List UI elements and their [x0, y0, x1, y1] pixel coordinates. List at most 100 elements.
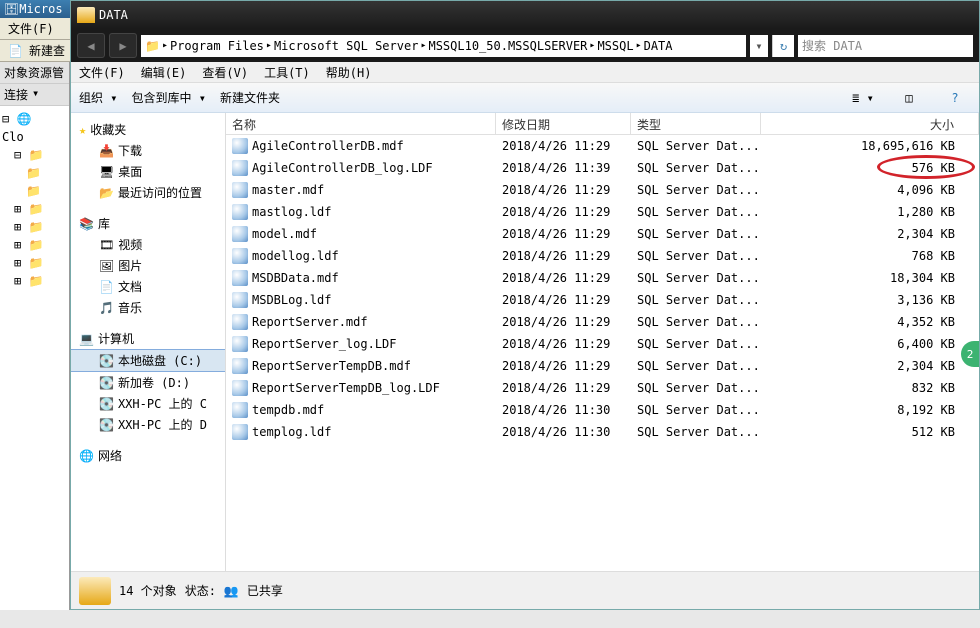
file-icon	[232, 248, 248, 264]
file-name: ReportServerTempDB.mdf	[252, 359, 411, 373]
refresh-button[interactable]: ↻	[772, 35, 794, 57]
forward-button[interactable]: ▶	[109, 33, 137, 58]
file-size: 2,304 KB	[761, 227, 979, 241]
search-input[interactable]: 搜索 DATA	[798, 35, 973, 57]
file-row[interactable]: modellog.ldf2018/4/26 11:29SQL Server Da…	[226, 245, 979, 267]
file-name: MSDBLog.ldf	[252, 293, 331, 307]
network-drive-icon: 💽	[99, 418, 114, 432]
file-row[interactable]: ReportServer_log.LDF2018/4/26 11:29SQL S…	[226, 333, 979, 355]
file-name: ReportServerTempDB_log.LDF	[252, 381, 440, 395]
file-row[interactable]: ReportServer.mdf2018/4/26 11:29SQL Serve…	[226, 311, 979, 333]
file-type: SQL Server Dat...	[631, 139, 761, 153]
col-date[interactable]: 修改日期	[496, 113, 631, 134]
explorer-window: DATA ◀ ▶ 📁 ▸ Program Files▸ Microsoft SQ…	[70, 0, 980, 610]
file-icon	[232, 424, 248, 440]
file-icon	[232, 336, 248, 352]
menu-edit[interactable]: 编辑(E)	[141, 64, 187, 81]
nav-library[interactable]: 📚库	[71, 213, 225, 234]
new-query-button[interactable]: 新建查	[29, 42, 65, 59]
file-date: 2018/4/26 11:29	[496, 271, 631, 285]
back-button[interactable]: ◀	[77, 33, 105, 58]
file-row[interactable]: ReportServerTempDB.mdf2018/4/26 11:29SQL…	[226, 355, 979, 377]
file-row[interactable]: ReportServerTempDB_log.LDF 2018/4/26 11:2…	[226, 377, 979, 399]
folder-icon	[77, 7, 95, 23]
file-date: 2018/4/26 11:29	[496, 205, 631, 219]
organize-button[interactable]: 组织 ▾	[79, 89, 117, 106]
nav-desktop[interactable]: 🖥桌面	[71, 161, 225, 182]
new-folder-button[interactable]: 新建文件夹	[220, 89, 280, 106]
file-name: tempdb.mdf	[252, 403, 324, 417]
toolbar-new-icon: 📄	[8, 44, 23, 58]
file-row[interactable]: tempdb.mdf 2018/4/26 11:30SQL Server Dat.…	[226, 399, 979, 421]
menu-file[interactable]: 文件(F)	[79, 64, 125, 81]
address-bar[interactable]: 📁 ▸ Program Files▸ Microsoft SQL Server▸…	[141, 35, 746, 57]
file-date: 2018/4/26 11:29	[496, 293, 631, 307]
document-icon: 📄	[99, 280, 114, 294]
file-date: 2018/4/26 11:29	[496, 139, 631, 153]
explorer-titlebar[interactable]: DATA	[71, 1, 979, 29]
picture-icon: 🖼	[99, 259, 114, 273]
nav-drive-c[interactable]: 💽本地磁盘 (C:)	[71, 349, 225, 372]
file-row[interactable]: MSDBLog.ldf2018/4/26 11:29SQL Server Dat…	[226, 289, 979, 311]
file-date: 2018/4/26 11:29	[496, 227, 631, 241]
explorer-toolbar: 组织 ▾ 包含到库中 ▾ 新建文件夹 ≣ ▾ ◫ ?	[71, 83, 979, 113]
nav-network[interactable]: 🌐网络	[71, 445, 225, 466]
file-row[interactable]: templog.ldf2018/4/26 11:30SQL Server Dat…	[226, 421, 979, 443]
nav-network-d[interactable]: 💽XXH-PC 上的 D	[71, 414, 225, 435]
ssms-sidebar: 对象资源管 连接▾ ⊟ 🌐 Clo ⊟ 📁 📁 📁 ⊞ 📁 ⊞ 📁 ⊞ 📁 ⊞ …	[0, 62, 70, 610]
network-icon: 🌐	[79, 449, 94, 463]
help-button[interactable]: ?	[939, 87, 971, 109]
status-folder-icon	[79, 577, 111, 605]
file-date: 2018/4/26 11:30	[496, 403, 631, 417]
preview-pane-button[interactable]: ◫	[893, 87, 925, 109]
file-name: modellog.ldf	[252, 249, 339, 263]
music-icon: 🎵	[99, 301, 114, 315]
file-row[interactable]: mastlog.ldf2018/4/26 11:29SQL Server Dat…	[226, 201, 979, 223]
nav-documents[interactable]: 📄文档	[71, 276, 225, 297]
ssms-menu-file[interactable]: 文件(F)	[8, 20, 54, 37]
nav-recent[interactable]: 📂最近访问的位置	[71, 182, 225, 203]
file-icon	[232, 226, 248, 242]
nav-computer[interactable]: 💻计算机	[71, 328, 225, 349]
nav-downloads[interactable]: 📥下载	[71, 140, 225, 161]
file-row[interactable]: model.mdf2018/4/26 11:29SQL Server Dat..…	[226, 223, 979, 245]
file-type: SQL Server Dat...	[631, 381, 761, 395]
object-tree[interactable]: ⊟ 🌐 Clo ⊟ 📁 📁 📁 ⊞ 📁 ⊞ 📁 ⊞ 📁 ⊞ 📁 ⊞ 📁	[0, 106, 69, 294]
file-icon	[232, 182, 248, 198]
file-name: AgileControllerDB.mdf	[252, 139, 404, 153]
drive-icon: 💽	[99, 376, 114, 390]
menu-help[interactable]: 帮助(H)	[326, 64, 372, 81]
file-size: 768 KB	[761, 249, 979, 263]
file-list[interactable]: AgileControllerDB.mdf2018/4/26 11:29SQL …	[226, 135, 979, 571]
col-type[interactable]: 类型	[631, 113, 761, 134]
file-size: 512 KB	[761, 425, 979, 439]
file-row[interactable]: AgileControllerDB_log.LDF2018/4/26 11:39…	[226, 157, 979, 179]
ssms-title: Micros	[19, 2, 62, 16]
file-row[interactable]: AgileControllerDB.mdf 2018/4/26 11:29SQL …	[226, 135, 979, 157]
file-date: 2018/4/26 11:29	[496, 381, 631, 395]
nav-favorites[interactable]: ★收藏夹	[71, 119, 225, 140]
menu-view[interactable]: 查看(V)	[202, 64, 248, 81]
file-type: SQL Server Dat...	[631, 271, 761, 285]
file-row[interactable]: master.mdf2018/4/26 11:29SQL Server Dat.…	[226, 179, 979, 201]
object-explorer-title: 对象资源管	[0, 62, 69, 84]
view-options-button[interactable]: ≣ ▾	[847, 87, 879, 109]
col-name[interactable]: 名称	[226, 113, 496, 134]
path-dropdown[interactable]: ▾	[750, 35, 768, 57]
file-row[interactable]: MSDBData.mdf2018/4/26 11:29SQL Server Da…	[226, 267, 979, 289]
menu-tools[interactable]: 工具(T)	[264, 64, 310, 81]
file-date: 2018/4/26 11:29	[496, 183, 631, 197]
nav-network-c[interactable]: 💽XXH-PC 上的 C	[71, 393, 225, 414]
include-library-button[interactable]: 包含到库中 ▾	[131, 89, 205, 106]
ssms-icon: 🗄	[4, 2, 19, 16]
nav-pictures[interactable]: 🖼图片	[71, 255, 225, 276]
col-size[interactable]: 大小	[761, 113, 979, 134]
file-date: 2018/4/26 11:39	[496, 161, 631, 175]
nav-music[interactable]: 🎵音乐	[71, 297, 225, 318]
nav-pane: ★收藏夹 📥下载 🖥桌面 📂最近访问的位置 📚库 🎞视频 🖼图片 📄文档 🎵音乐…	[71, 113, 226, 571]
file-type: SQL Server Dat...	[631, 403, 761, 417]
connect-label[interactable]: 连接	[4, 86, 28, 103]
file-type: SQL Server Dat...	[631, 183, 761, 197]
nav-video[interactable]: 🎞视频	[71, 234, 225, 255]
nav-drive-d[interactable]: 💽新加卷 (D:)	[71, 372, 225, 393]
